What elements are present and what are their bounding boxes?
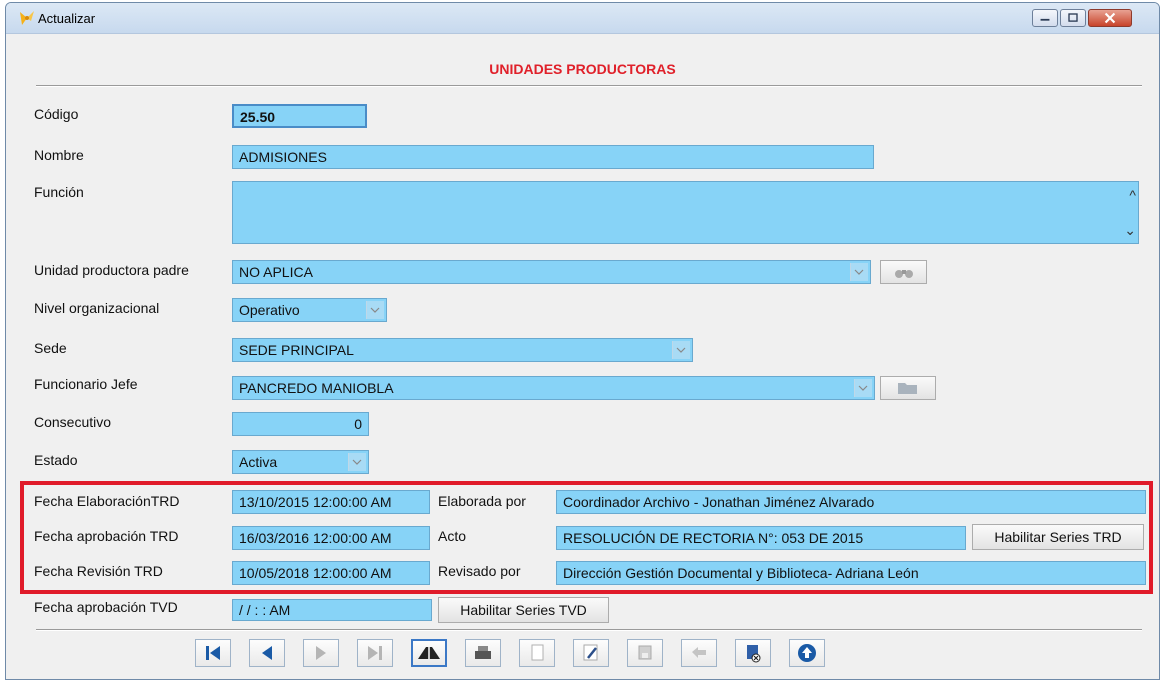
jefe-label: Funcionario Jefe (34, 376, 138, 392)
delete-record-button[interactable] (735, 639, 771, 667)
scroll-up-icon[interactable]: ^ (1129, 187, 1136, 203)
undo-icon (692, 647, 706, 658)
first-record-button[interactable] (195, 639, 231, 667)
nivel-label: Nivel organizacional (34, 300, 160, 316)
bottom-divider (36, 629, 1142, 631)
nombre-field[interactable]: ADMISIONES (232, 145, 874, 169)
codigo-label: Código (34, 106, 79, 122)
fecha-aprobacion-tvd-label: Fecha aprobación TVD (34, 599, 178, 615)
folder-icon (898, 383, 917, 394)
sede-value: SEDE PRINCIPAL (239, 342, 354, 358)
edit-icon (583, 644, 598, 661)
exit-arrow-up-icon (798, 644, 816, 662)
top-divider (36, 85, 1142, 87)
title-bar: Actualizar (6, 3, 1159, 34)
scroll-down-icon[interactable]: ⌄ (1124, 222, 1136, 239)
search-binoculars-button[interactable] (880, 260, 927, 284)
chevron-down-icon[interactable] (348, 453, 366, 471)
maximize-icon (1068, 13, 1078, 22)
previous-record-icon (262, 646, 272, 660)
minimize-button[interactable] (1032, 9, 1058, 27)
unidad-padre-label: Unidad productora padre (34, 262, 189, 278)
book-search-button[interactable] (411, 639, 447, 667)
next-record-icon (316, 646, 326, 660)
maximize-button[interactable] (1060, 9, 1086, 27)
nombre-label: Nombre (34, 147, 84, 163)
funcion-textarea[interactable]: ^ ⌄ (232, 181, 1139, 244)
save-icon (638, 645, 652, 660)
chevron-down-icon[interactable] (366, 301, 384, 319)
trd-highlight-box (20, 481, 1153, 594)
consecutivo-field[interactable]: 0 (232, 412, 369, 436)
new-record-button[interactable] (519, 639, 555, 667)
sede-label: Sede (34, 340, 67, 356)
folder-button[interactable] (880, 376, 936, 400)
chevron-down-icon[interactable] (850, 263, 868, 281)
minimize-icon (1040, 18, 1050, 21)
sede-select[interactable]: SEDE PRINCIPAL (232, 338, 693, 362)
next-record-button[interactable] (303, 639, 339, 667)
nivel-value: Operativo (239, 302, 300, 318)
book-icon (418, 647, 440, 659)
close-icon (1104, 12, 1116, 24)
binoculars-icon (894, 270, 913, 278)
exit-button[interactable] (789, 639, 825, 667)
unidad-padre-select[interactable]: NO APLICA (232, 260, 871, 284)
save-record-button[interactable] (627, 639, 663, 667)
print-button[interactable] (465, 639, 501, 667)
codigo-field[interactable]: 25.50 (232, 104, 367, 128)
consecutivo-label: Consecutivo (34, 414, 112, 430)
estado-label: Estado (34, 452, 78, 468)
unidad-padre-value: NO APLICA (239, 264, 313, 280)
fecha-aprobacion-tvd-field[interactable]: / / : : AM (232, 599, 432, 621)
funcion-label: Función (34, 184, 84, 200)
form-heading: UNIDADES PRODUCTORAS (489, 61, 676, 77)
estado-value: Activa (239, 454, 278, 470)
undo-button[interactable] (681, 639, 717, 667)
chevron-down-icon[interactable] (672, 341, 690, 359)
habilitar-series-tvd-button[interactable]: Habilitar Series TVD (438, 597, 609, 623)
jefe-select[interactable]: PANCREDO MANIOBLA (232, 376, 875, 400)
first-record-icon (206, 646, 220, 660)
window-title: Actualizar (38, 11, 96, 26)
jefe-value: PANCREDO MANIOBLA (239, 380, 394, 396)
estado-select[interactable]: Activa (232, 450, 369, 474)
delete-document-icon (747, 645, 761, 663)
close-button[interactable] (1088, 9, 1132, 27)
chevron-down-icon[interactable] (854, 379, 872, 397)
last-record-button[interactable] (357, 639, 393, 667)
previous-record-button[interactable] (249, 639, 285, 667)
nivel-select[interactable]: Operativo (232, 298, 387, 322)
app-icon (18, 9, 36, 27)
last-record-icon (368, 646, 382, 660)
printer-icon (475, 646, 491, 659)
new-document-icon (531, 644, 544, 661)
edit-record-button[interactable] (573, 639, 609, 667)
